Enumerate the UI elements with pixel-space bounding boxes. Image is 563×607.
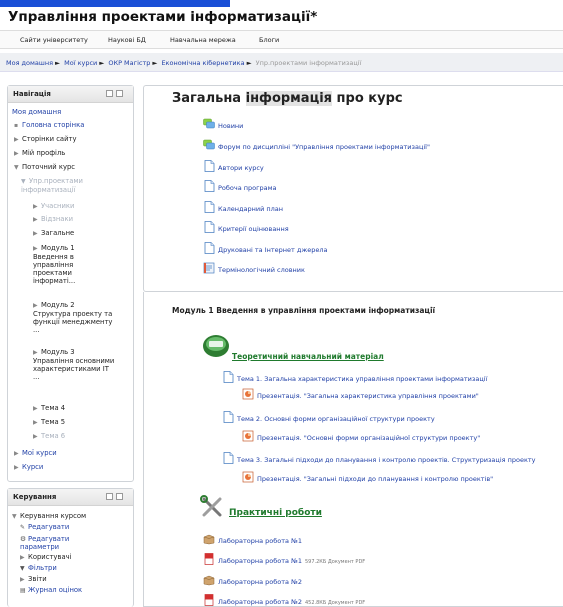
nav-item-topic-5[interactable]: ▶ Тема 5 bbox=[33, 418, 65, 427]
admin-gradebook[interactable]: ▤ Журнал оцінок bbox=[20, 586, 82, 595]
administration-block: Керування ▼ Керування курсом ✎ Редагувати … bbox=[7, 488, 134, 607]
page-icon bbox=[223, 411, 234, 423]
breadcrumb-subcategory[interactable]: Економічна кібернетика bbox=[161, 59, 244, 67]
practical-works-link[interactable]: Практичні роботи bbox=[229, 508, 322, 518]
admin-users[interactable]: ▶ Користувачі bbox=[20, 553, 72, 562]
page-icon bbox=[204, 201, 215, 213]
module-1-title: Модуль 1 Введення в управління проектами… bbox=[172, 306, 436, 315]
page-icon bbox=[204, 242, 215, 254]
menu-item-blogs[interactable]: Блоги bbox=[259, 36, 279, 44]
nav-item-my-courses[interactable]: ▶ Мої курси bbox=[14, 449, 57, 458]
menu-item-learning-network[interactable]: Навчальна мережа bbox=[170, 36, 236, 44]
nav-item-topic-6[interactable]: ▶ Тема 6 bbox=[33, 432, 65, 441]
admin-reports[interactable]: ▶ Звіти bbox=[20, 575, 47, 584]
collapse-arrow-icon: ▼ bbox=[14, 164, 19, 171]
navigation-block: Навігація Моя домашня ▪ Головна сторінка … bbox=[7, 85, 134, 482]
breadcrumb-current: Упр.проектами інформатизації bbox=[255, 59, 362, 67]
expand-arrow-icon: ▶ bbox=[33, 203, 38, 210]
pdf-icon bbox=[204, 553, 214, 565]
admin-course-administration[interactable]: ▼ Керування курсом bbox=[12, 512, 86, 521]
nav-item-courses[interactable]: ▶ Курси bbox=[14, 463, 43, 472]
menu-item-university-sites[interactable]: Сайти університету bbox=[20, 36, 88, 44]
theory-material-link[interactable]: Теоретичний навчальний матеріал bbox=[232, 352, 384, 361]
powerpoint-icon bbox=[242, 388, 254, 400]
breadcrumb-category[interactable]: ОКР Магістр bbox=[108, 59, 150, 67]
expand-arrow-icon: ▶ bbox=[33, 433, 38, 440]
nav-home[interactable]: Моя домашня bbox=[12, 108, 61, 117]
nav-item-site-pages[interactable]: ▶ Сторінки сайту bbox=[14, 135, 77, 144]
collapse-arrow-icon: ▼ bbox=[21, 178, 26, 185]
collapse-icon[interactable] bbox=[116, 493, 123, 500]
tools-icon bbox=[200, 495, 222, 517]
administration-block-title: Керування bbox=[13, 493, 57, 501]
page-title: Управління проектами інформатизації* bbox=[8, 9, 318, 25]
expand-arrow-icon: ▶ bbox=[14, 464, 19, 471]
page-icon bbox=[204, 180, 215, 192]
gear-icon: ⚙ bbox=[20, 535, 27, 543]
filter-icon: ▼ bbox=[20, 565, 25, 572]
page-icon bbox=[223, 371, 234, 383]
theory-book-icon bbox=[203, 335, 229, 357]
nav-item-site-home[interactable]: ▪ Головна сторінка bbox=[14, 121, 84, 130]
nav-item-module-1[interactable]: ▶ Модуль 1 Введення в управління проектам… bbox=[33, 244, 103, 285]
expand-arrow-icon: ▶ bbox=[20, 576, 25, 583]
powerpoint-icon bbox=[242, 430, 254, 442]
navigation-block-header: Навігація bbox=[8, 86, 133, 103]
breadcrumb: Моя домашня ► Мої курси ► ОКР Магістр ► Еко… bbox=[0, 53, 563, 72]
expand-arrow-icon: ▶ bbox=[14, 450, 19, 457]
dock-icon[interactable] bbox=[106, 90, 113, 97]
top-accent-strip bbox=[0, 0, 230, 7]
expand-arrow-icon: ▶ bbox=[33, 419, 38, 426]
page-icon bbox=[204, 221, 215, 233]
nav-item-profile[interactable]: ▶ Мій профіль bbox=[14, 149, 65, 158]
nav-item-general[interactable]: ▶ Загальне bbox=[33, 229, 74, 238]
navigation-block-title: Навігація bbox=[13, 90, 51, 98]
menu-item-science-db[interactable]: Наукові БД bbox=[108, 36, 146, 44]
collapse-arrow-icon: ▼ bbox=[12, 513, 17, 520]
powerpoint-icon bbox=[242, 471, 254, 483]
admin-edit[interactable]: ✎ Редагувати bbox=[20, 523, 69, 532]
table-icon: ▤ bbox=[20, 587, 26, 594]
general-section-title: Загальна інформація про курс bbox=[172, 91, 403, 106]
assignment-icon bbox=[203, 534, 215, 545]
admin-filters[interactable]: ▼ Фільтри bbox=[20, 564, 57, 573]
nav-item-current-course[interactable]: ▼ Поточний курс bbox=[14, 163, 75, 172]
admin-edit-settings[interactable]: ⚙ Редагувати параметри bbox=[20, 535, 90, 551]
expand-arrow-icon: ▶ bbox=[14, 150, 19, 157]
expand-arrow-icon: ▶ bbox=[33, 230, 38, 237]
breadcrumb-home[interactable]: Моя домашня bbox=[6, 59, 53, 67]
expand-arrow-icon: ▶ bbox=[14, 136, 19, 143]
breadcrumb-my-courses[interactable]: Мої курси bbox=[64, 59, 97, 67]
custom-menu: Сайти університету Наукові БД Навчальна … bbox=[0, 30, 563, 49]
collapse-icon[interactable] bbox=[116, 90, 123, 97]
page-icon bbox=[223, 452, 234, 464]
expand-arrow-icon: ▶ bbox=[33, 245, 38, 252]
nav-item-module-2[interactable]: ▶ Модуль 2 Структура проекту та функції м… bbox=[33, 301, 113, 334]
forum-icon bbox=[203, 118, 215, 129]
expand-arrow-icon: ▶ bbox=[33, 302, 38, 309]
expand-arrow-icon: ▶ bbox=[33, 405, 38, 412]
glossary-icon bbox=[203, 262, 215, 274]
expand-arrow-icon: ▶ bbox=[33, 216, 38, 223]
nav-item-participants[interactable]: ▶ Учасники bbox=[33, 202, 74, 211]
pdf-icon bbox=[204, 594, 214, 606]
nav-item-course-name[interactable]: ▼ Упр.проектами інформатизації bbox=[21, 177, 121, 194]
nav-item-badges[interactable]: ▶ Відзнаки bbox=[33, 215, 73, 224]
expand-arrow-icon: ▶ bbox=[20, 554, 25, 561]
bullet-icon: ▪ bbox=[14, 122, 19, 129]
assignment-icon bbox=[203, 575, 215, 586]
dock-icon[interactable] bbox=[106, 493, 113, 500]
page-icon bbox=[204, 160, 215, 172]
nav-item-module-3[interactable]: ▶ Модуль 3 Управління основними характери… bbox=[33, 348, 115, 381]
forum-icon bbox=[203, 139, 215, 150]
pencil-icon: ✎ bbox=[20, 524, 26, 531]
nav-item-topic-4[interactable]: ▶ Тема 4 bbox=[33, 404, 65, 413]
administration-block-header: Керування bbox=[8, 489, 133, 506]
expand-arrow-icon: ▶ bbox=[33, 349, 38, 356]
